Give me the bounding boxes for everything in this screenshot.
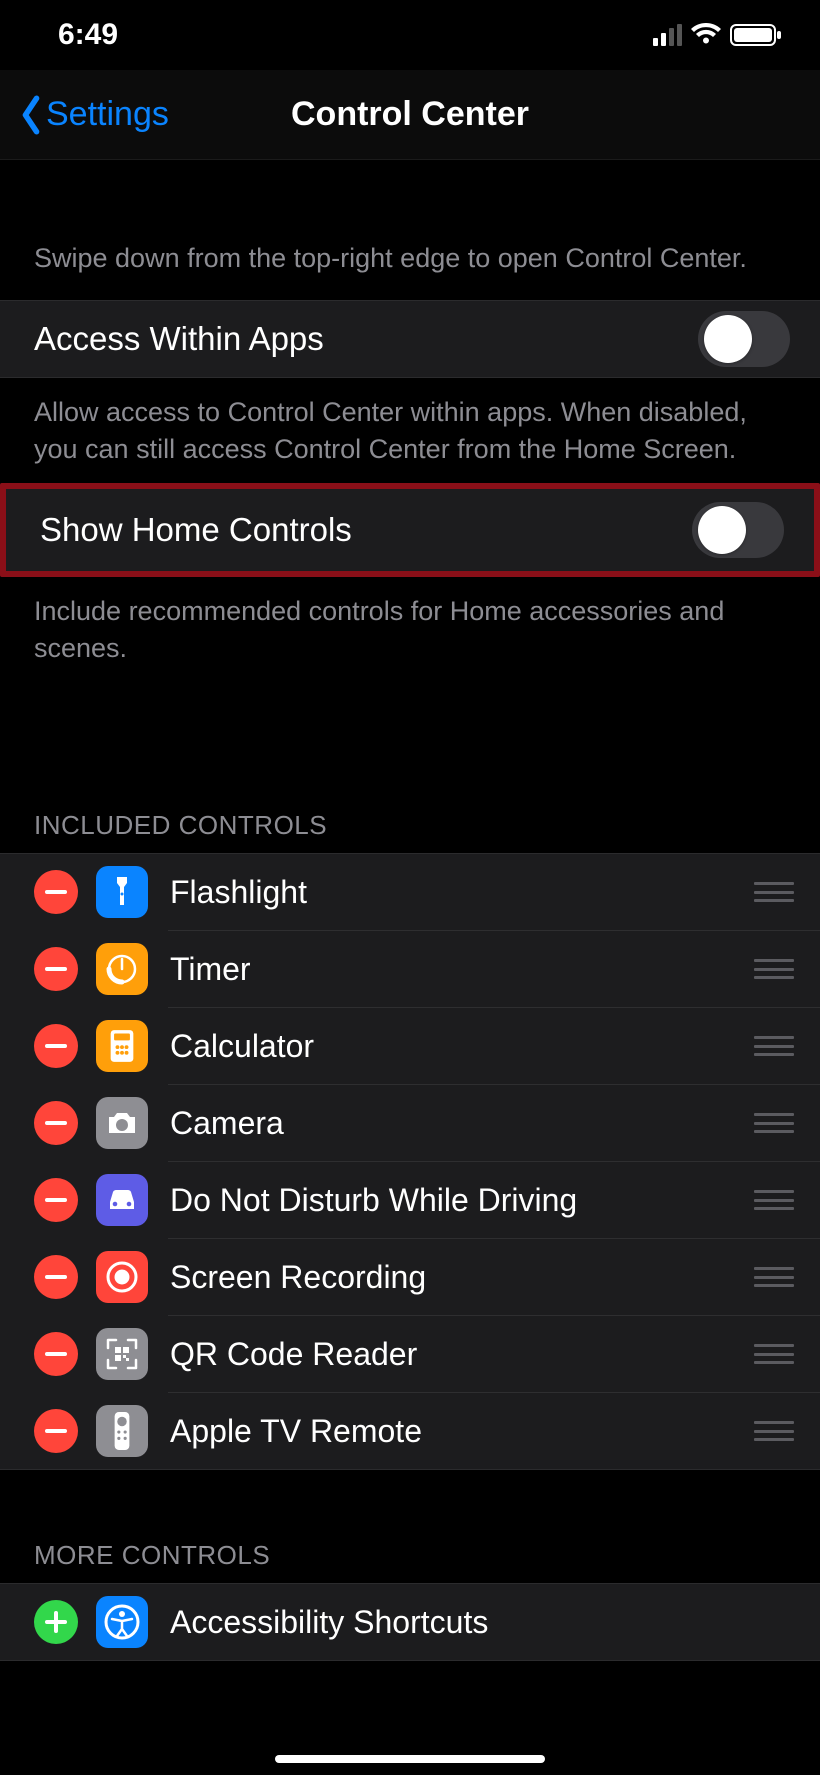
navigation-bar: Settings Control Center — [0, 70, 820, 160]
control-label: Apple TV Remote — [170, 1413, 754, 1450]
drag-handle-icon[interactable] — [754, 1113, 794, 1133]
flashlight-icon — [96, 866, 148, 918]
drag-handle-icon[interactable] — [754, 1190, 794, 1210]
home-description: Include recommended controls for Home ac… — [0, 577, 820, 682]
control-label: Accessibility Shortcuts — [170, 1604, 794, 1641]
remove-button[interactable] — [34, 1101, 78, 1145]
control-label: Flashlight — [170, 874, 754, 911]
control-label: Camera — [170, 1105, 754, 1142]
status-bar: 6:49 — [0, 0, 820, 70]
drag-handle-icon[interactable] — [754, 882, 794, 902]
qr-icon — [96, 1328, 148, 1380]
remove-button[interactable] — [34, 1332, 78, 1376]
access-within-apps-toggle[interactable] — [698, 311, 790, 367]
control-row: Screen Recording — [0, 1239, 820, 1315]
control-label: Do Not Disturb While Driving — [170, 1182, 754, 1219]
show-home-controls-highlight: Show Home Controls — [0, 483, 820, 577]
control-label: Calculator — [170, 1028, 754, 1065]
drag-handle-icon[interactable] — [754, 1267, 794, 1287]
control-row: Apple TV Remote — [0, 1393, 820, 1469]
add-button[interactable] — [34, 1600, 78, 1644]
included-controls-header: INCLUDED CONTROLS — [0, 782, 820, 853]
control-label: Screen Recording — [170, 1259, 754, 1296]
control-row: Flashlight — [0, 854, 820, 930]
access-description: Allow access to Control Center within ap… — [0, 378, 820, 483]
wifi-icon — [690, 23, 722, 47]
cell-signal-icon — [653, 24, 682, 46]
show-home-controls-toggle[interactable] — [692, 502, 784, 558]
control-row: QR Code Reader — [0, 1316, 820, 1392]
camera-icon — [96, 1097, 148, 1149]
car-icon — [96, 1174, 148, 1226]
drag-handle-icon[interactable] — [754, 1036, 794, 1056]
chevron-left-icon — [18, 95, 44, 135]
record-icon — [96, 1251, 148, 1303]
remove-button[interactable] — [34, 1409, 78, 1453]
access-within-apps-cell[interactable]: Access Within Apps — [0, 300, 820, 378]
accessibility-icon — [96, 1596, 148, 1648]
drag-handle-icon[interactable] — [754, 1344, 794, 1364]
remote-icon — [96, 1405, 148, 1457]
back-label: Settings — [46, 95, 169, 134]
remove-button[interactable] — [34, 870, 78, 914]
control-row: Calculator — [0, 1008, 820, 1084]
drag-handle-icon[interactable] — [754, 1421, 794, 1441]
control-label: QR Code Reader — [170, 1336, 754, 1373]
control-row: Accessibility Shortcuts — [0, 1584, 820, 1660]
more-controls-header: MORE CONTROLS — [0, 1512, 820, 1583]
calculator-icon — [96, 1020, 148, 1072]
control-row: Camera — [0, 1085, 820, 1161]
back-button[interactable]: Settings — [0, 95, 169, 135]
status-indicators — [653, 23, 782, 47]
show-home-controls-cell[interactable]: Show Home Controls — [6, 489, 814, 571]
swipe-description: Swipe down from the top-right edge to op… — [0, 160, 820, 300]
show-home-controls-label: Show Home Controls — [40, 511, 692, 549]
timer-icon — [96, 943, 148, 995]
included-controls-list: Flashlight Timer Calculator Camera Do Not Di… — [0, 853, 820, 1470]
control-row: Do Not Disturb While Driving — [0, 1162, 820, 1238]
status-time: 6:49 — [58, 18, 118, 52]
more-controls-list: Accessibility Shortcuts — [0, 1583, 820, 1661]
control-label: Timer — [170, 951, 754, 988]
access-within-apps-label: Access Within Apps — [34, 320, 698, 358]
drag-handle-icon[interactable] — [754, 959, 794, 979]
control-row: Timer — [0, 931, 820, 1007]
battery-icon — [730, 23, 782, 47]
remove-button[interactable] — [34, 1178, 78, 1222]
remove-button[interactable] — [34, 947, 78, 991]
remove-button[interactable] — [34, 1024, 78, 1068]
home-indicator[interactable] — [275, 1755, 545, 1763]
remove-button[interactable] — [34, 1255, 78, 1299]
